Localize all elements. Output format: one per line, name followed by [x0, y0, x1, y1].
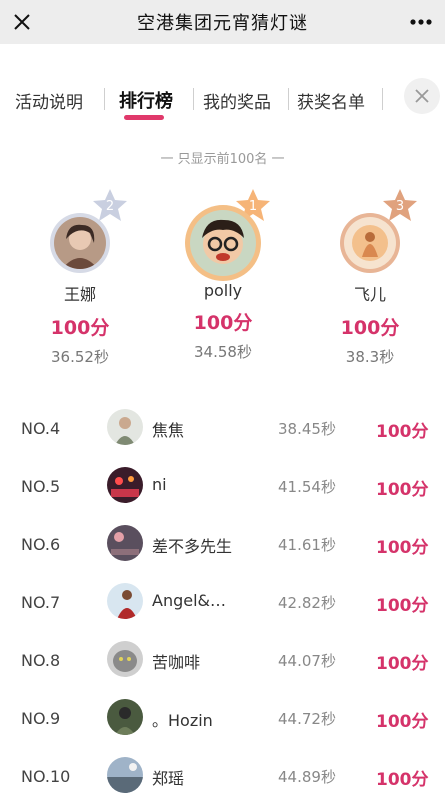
podium-time: 34.58秒: [194, 343, 252, 361]
ranking-row[interactable]: NO.10 郑瑶 44.89秒 100分: [0, 751, 445, 800]
podium-rank-3: 3 飞儿 100分 38.3秒: [300, 185, 440, 367]
close-icon[interactable]: [6, 6, 38, 38]
podium-time: 38.3秒: [345, 348, 395, 366]
podium-name: polly: [203, 281, 243, 300]
user-time: 42.82秒: [278, 594, 336, 612]
tab-activity-info[interactable]: 活动说明: [15, 88, 83, 113]
rank-number: NO.8: [21, 651, 61, 670]
top-nav-bar: 空港集团元宵猜灯谜: [0, 0, 445, 44]
ranking-row[interactable]: NO.6 差不多先生 41.61秒 100分: [0, 519, 445, 577]
podium-score: 100分: [50, 317, 110, 339]
rank-number: NO.6: [21, 535, 61, 554]
ranking-row[interactable]: NO.5 ni 41.54秒 100分: [0, 461, 445, 519]
tab-divider: [193, 88, 194, 110]
podium-name: 王娜: [63, 285, 96, 304]
user-name: Angel&…: [152, 591, 227, 610]
user-score: 100分: [376, 770, 429, 790]
ranking-row[interactable]: NO.4 焦焦 38.45秒 100分: [0, 403, 445, 461]
user-score: 100分: [376, 538, 429, 558]
tab-divider: [288, 88, 289, 110]
user-score: 100分: [376, 422, 429, 442]
user-score: 100分: [376, 480, 429, 500]
user-time: 41.61秒: [278, 536, 336, 554]
avatar[interactable]: [107, 467, 143, 503]
ranking-row[interactable]: NO.9 。Hozin 44.72秒 100分: [0, 693, 445, 751]
podium-score: 100分: [340, 317, 400, 339]
podium-rank-1: 1 polly 100分 34.58秒: [153, 185, 293, 362]
avatar[interactable]: [54, 217, 106, 269]
user-time: 38.45秒: [278, 420, 336, 438]
user-time: 41.54秒: [278, 478, 336, 496]
podium-name: 飞儿: [353, 285, 386, 304]
tab-leaderboard[interactable]: 排行榜: [119, 87, 173, 113]
user-name: 。Hozin: [152, 711, 213, 730]
podium-time: 36.52秒: [51, 348, 109, 366]
active-tab-indicator: [124, 115, 164, 120]
user-name: 差不多先生: [152, 537, 233, 556]
page-title: 空港集团元宵猜灯谜: [137, 13, 308, 34]
avatar[interactable]: [107, 641, 143, 677]
avatar[interactable]: [190, 210, 256, 276]
close-icon: [415, 89, 429, 103]
rank-number: NO.5: [21, 477, 61, 496]
avatar[interactable]: [107, 583, 143, 619]
rank-number: NO.7: [21, 593, 61, 612]
user-score: 100分: [376, 654, 429, 674]
user-score: 100分: [376, 712, 429, 732]
user-score: 100分: [376, 596, 429, 616]
podium-score: 100分: [193, 312, 253, 334]
user-name: 郑瑶: [152, 769, 185, 788]
ranking-row[interactable]: NO.8 苦咖啡 44.07秒 100分: [0, 635, 445, 693]
tab-divider: [382, 88, 383, 110]
top100-note: 一 只显示前100名 一: [160, 152, 285, 167]
user-name: ni: [152, 475, 167, 494]
avatar[interactable]: [107, 409, 143, 445]
svg-text:3: 3: [396, 199, 404, 214]
rank-number: NO.9: [21, 709, 61, 728]
close-panel-button[interactable]: [404, 78, 440, 114]
user-name: 焦焦: [152, 421, 185, 440]
avatar[interactable]: [107, 699, 143, 735]
rank-number: NO.10: [21, 767, 71, 786]
tab-my-prizes[interactable]: 我的奖品: [203, 88, 271, 113]
user-name: 苦咖啡: [152, 653, 201, 672]
user-time: 44.07秒: [278, 652, 336, 670]
tab-divider: [104, 88, 105, 110]
avatar[interactable]: [107, 757, 143, 793]
avatar[interactable]: [344, 217, 396, 269]
rank-number: NO.4: [21, 419, 61, 438]
ranking-row[interactable]: NO.7 Angel&… 42.82秒 100分: [0, 577, 445, 635]
user-time: 44.89秒: [278, 768, 336, 786]
user-time: 44.72秒: [278, 710, 336, 728]
more-icon[interactable]: [405, 6, 437, 38]
avatar[interactable]: [107, 525, 143, 561]
svg-text:1: 1: [249, 199, 257, 214]
podium-rank-2: 2 王娜 100分 36.52秒: [10, 185, 150, 367]
tab-winners-list[interactable]: 获奖名单: [297, 88, 365, 113]
svg-text:2: 2: [106, 199, 114, 214]
